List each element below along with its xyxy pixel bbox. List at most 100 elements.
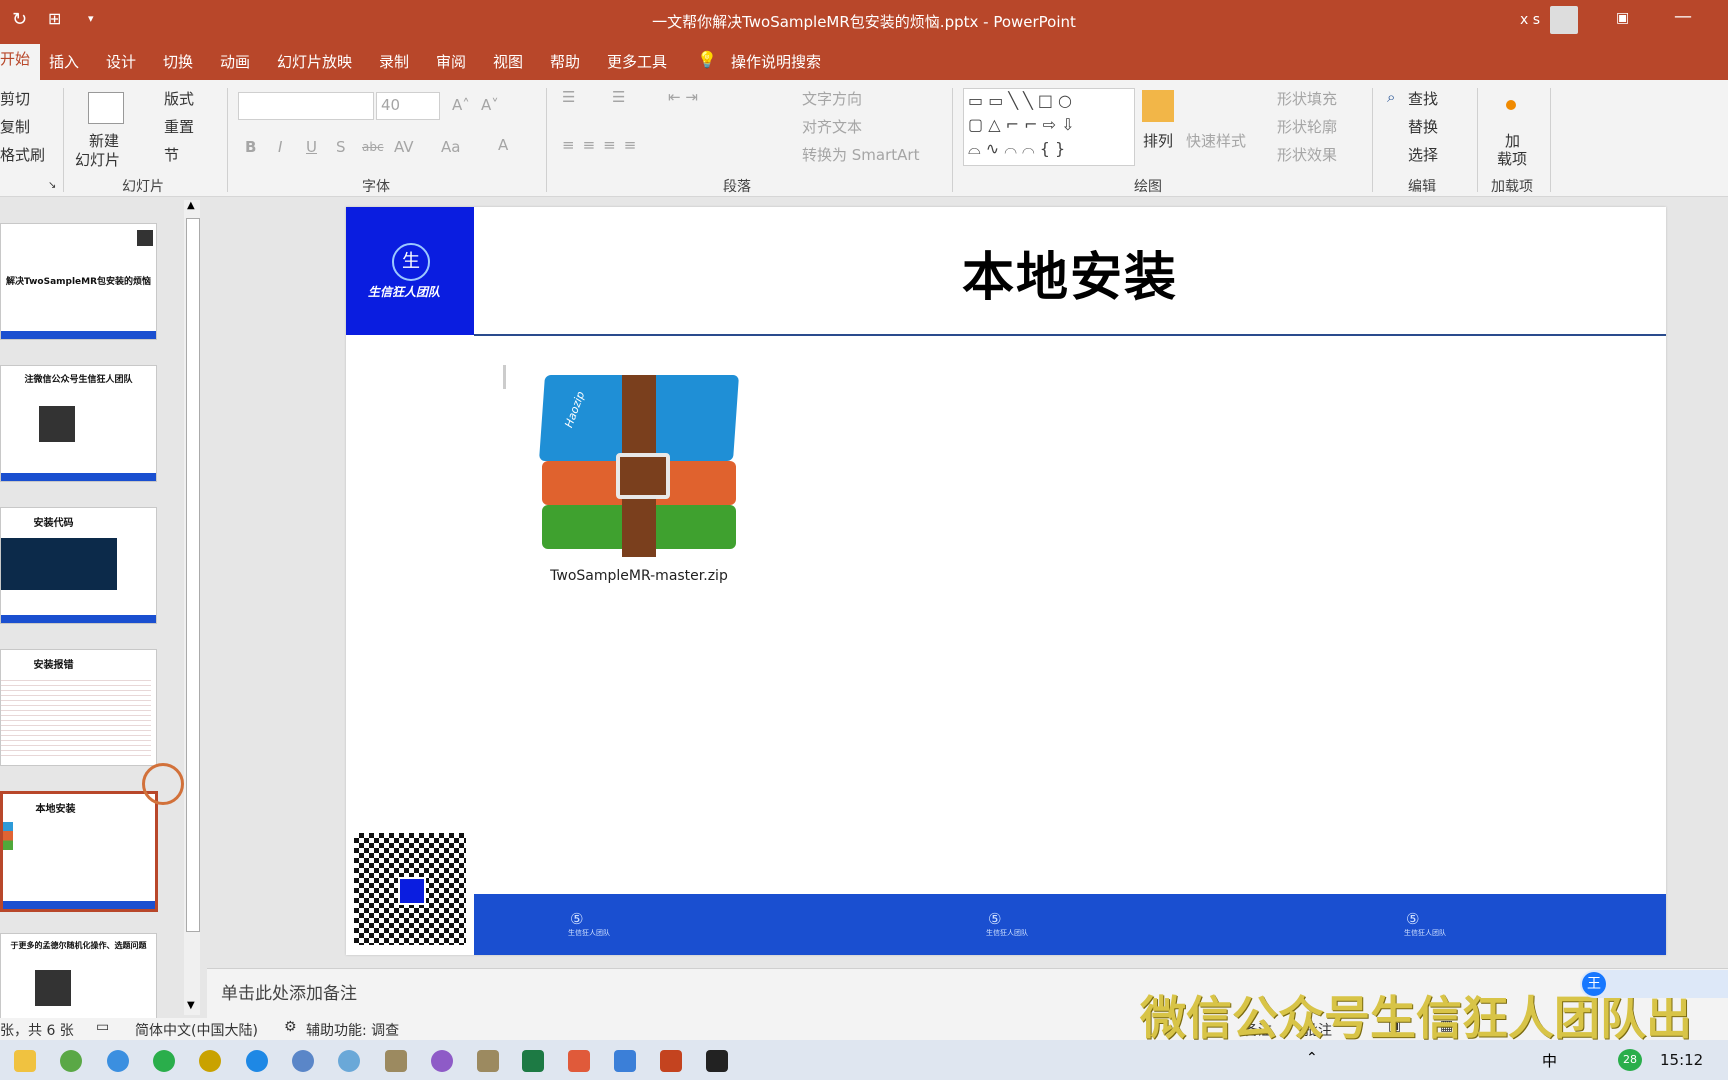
shape-outline-button[interactable]: 形状轮廓 <box>1277 116 1337 137</box>
quick-styles-button[interactable]: 快速样式 <box>1186 130 1246 151</box>
spellcheck-icon[interactable]: ▭ <box>96 1019 109 1035</box>
recorder-icon[interactable] <box>706 1050 728 1072</box>
avatar[interactable] <box>1550 6 1578 34</box>
select-button[interactable]: 选择 <box>1408 144 1438 165</box>
new-slide-icon[interactable] <box>88 92 124 124</box>
ribbon-display-icon[interactable]: ▣ <box>1616 10 1629 26</box>
new-slide-button-2[interactable]: 幻灯片 <box>75 149 120 170</box>
thumbnail-title: 安装代码 <box>33 518 74 529</box>
strikethrough-button[interactable]: abc <box>362 140 384 154</box>
clock[interactable]: 15:12 <box>1660 1051 1703 1069</box>
tab-slideshow[interactable]: 幻灯片放映 <box>277 51 352 72</box>
app-icon-yellow[interactable] <box>199 1050 221 1072</box>
tab-insert[interactable]: 插入 <box>49 51 79 72</box>
edge-icon[interactable] <box>246 1050 268 1072</box>
thumbnail-5[interactable]: 本地安装 <box>0 791 158 912</box>
tab-review[interactable]: 审阅 <box>436 51 466 72</box>
find-button[interactable]: 查找 <box>1408 88 1438 109</box>
bold-button[interactable]: B <box>245 138 256 156</box>
accessibility-status[interactable]: 辅助功能: 调查 <box>306 1020 399 1040</box>
shrink-font-icon[interactable]: A˅ <box>481 96 499 114</box>
cut-button[interactable]: 剪切 <box>0 88 30 109</box>
arrange-icon[interactable] <box>1142 90 1174 122</box>
scroll-down-icon[interactable]: ▼ <box>187 1000 195 1011</box>
new-slide-button[interactable]: 新建 <box>89 130 119 151</box>
addins-button-2[interactable]: 载项 <box>1497 148 1527 169</box>
dialog-launcher-icon[interactable]: ↘ <box>48 180 56 191</box>
font-name-box[interactable] <box>238 92 374 120</box>
app-icon-tools[interactable] <box>385 1050 407 1072</box>
powerpoint-icon[interactable] <box>660 1050 682 1072</box>
app-icon-blue-chat[interactable] <box>107 1050 129 1072</box>
customize-qat-icon[interactable]: ▾ <box>88 12 94 25</box>
footer-logo-icon: ⑤ <box>1406 910 1420 928</box>
grow-font-icon[interactable]: A˄ <box>452 96 470 114</box>
change-case-button[interactable]: Aa <box>441 138 460 156</box>
minimize-icon[interactable]: — <box>1674 6 1692 27</box>
align-text-button[interactable]: 对齐文本 <box>802 116 862 137</box>
indent-icon[interactable]: ⇤ ⇥ <box>668 88 698 106</box>
tab-design[interactable]: 设计 <box>106 51 136 72</box>
tab-animations[interactable]: 动画 <box>220 51 250 72</box>
tab-view[interactable]: 视图 <box>493 51 523 72</box>
autosave-icon[interactable]: ↻ <box>12 9 27 30</box>
format-painter-button[interactable]: 格式刷 <box>0 144 45 165</box>
excel-icon[interactable] <box>522 1050 544 1072</box>
tray-chevron-icon[interactable]: ⌃ <box>1306 1050 1318 1066</box>
thumbnail-2[interactable]: 注微信公众号生信狂人团队 <box>0 365 157 482</box>
thumbnail-4[interactable]: 安装报错 <box>0 649 157 766</box>
present-icon[interactable]: ⊞ <box>48 9 61 28</box>
bullets-icon[interactable]: ☰ <box>562 88 575 106</box>
smartart-button[interactable]: 转换为 SmartArt <box>802 144 919 165</box>
r-icon[interactable] <box>292 1050 314 1072</box>
slide-canvas[interactable]: 生 生信狂人团队 本地安装 Haozip TwoSampleMR-master.… <box>346 207 1666 955</box>
footer-logo-text: 生信狂人团队 <box>568 929 610 937</box>
arrange-button[interactable]: 排列 <box>1143 130 1173 151</box>
scroll-thumb[interactable] <box>186 218 200 932</box>
text-cursor <box>503 365 506 389</box>
tab-transitions[interactable]: 切换 <box>163 51 193 72</box>
app-icon-multicolor[interactable] <box>568 1050 590 1072</box>
align-icons[interactable]: ≡≡≡≡ <box>562 136 644 154</box>
ime-status[interactable]: 中 <box>1542 1050 1557 1071</box>
scroll-up-icon[interactable]: ▲ <box>187 200 195 211</box>
file-explorer-icon[interactable] <box>14 1050 36 1072</box>
tab-home[interactable]: 开始 <box>0 44 41 80</box>
zip-archive-icon[interactable]: Haozip <box>538 375 740 557</box>
app-icon-purple[interactable] <box>431 1050 453 1072</box>
layout-button[interactable]: 版式 <box>164 88 194 109</box>
reset-button[interactable]: 重置 <box>164 116 194 137</box>
addins-icon[interactable] <box>1506 100 1516 110</box>
shapes-gallery[interactable]: ▭ ▭ ╲ ╲ □ ○ ▢ △ ⌐ ⌐ ⇨ ⇩ ⌓ ∿ ⌒ ⌒ { } <box>963 88 1135 166</box>
ime-toolbar[interactable]: 王 <box>1580 970 1728 998</box>
wechat-icon[interactable] <box>153 1050 175 1072</box>
tell-me-search[interactable]: 操作说明搜索 <box>731 51 821 72</box>
tab-more-tools[interactable]: 更多工具 <box>607 51 667 72</box>
tab-help[interactable]: 帮助 <box>550 51 580 72</box>
thumbnail-3[interactable]: 安装代码 <box>0 507 157 624</box>
section-button[interactable]: 节 <box>164 144 179 165</box>
text-direction-button[interactable]: 文字方向 <box>802 88 862 109</box>
thumbnail-scrollbar[interactable]: ▲ ▼ <box>184 200 200 1015</box>
char-spacing-button[interactable]: AV <box>394 138 414 156</box>
font-color-button[interactable]: A <box>498 136 508 154</box>
notes-placeholder[interactable]: 单击此处添加备注 <box>221 979 357 1004</box>
app-icon-green[interactable] <box>60 1050 82 1072</box>
shadow-button[interactable]: S <box>336 138 346 156</box>
sogou-icon[interactable]: 王 <box>1582 972 1606 996</box>
app-icon-tools-2[interactable] <box>477 1050 499 1072</box>
thumbnail-1[interactable]: 解决TwoSampleMR包安装的烦恼 <box>0 223 157 340</box>
notification-badge[interactable]: 28 <box>1618 1049 1642 1071</box>
replace-button[interactable]: 替换 <box>1408 116 1438 137</box>
app-icon-feather[interactable] <box>614 1050 636 1072</box>
app-icon-clover[interactable] <box>338 1050 360 1072</box>
copy-button[interactable]: 复制 <box>0 116 30 137</box>
italic-button[interactable]: I <box>278 138 282 156</box>
numbering-icon[interactable]: ☰ <box>612 88 625 106</box>
slide-title[interactable]: 本地安装 <box>474 235 1666 310</box>
shape-effects-button[interactable]: 形状效果 <box>1277 144 1337 165</box>
tab-record[interactable]: 录制 <box>379 51 409 72</box>
underline-button[interactable]: U <box>306 138 317 156</box>
shape-fill-button[interactable]: 形状填充 <box>1277 88 1337 109</box>
language-status[interactable]: 简体中文(中国大陆) <box>135 1020 258 1040</box>
